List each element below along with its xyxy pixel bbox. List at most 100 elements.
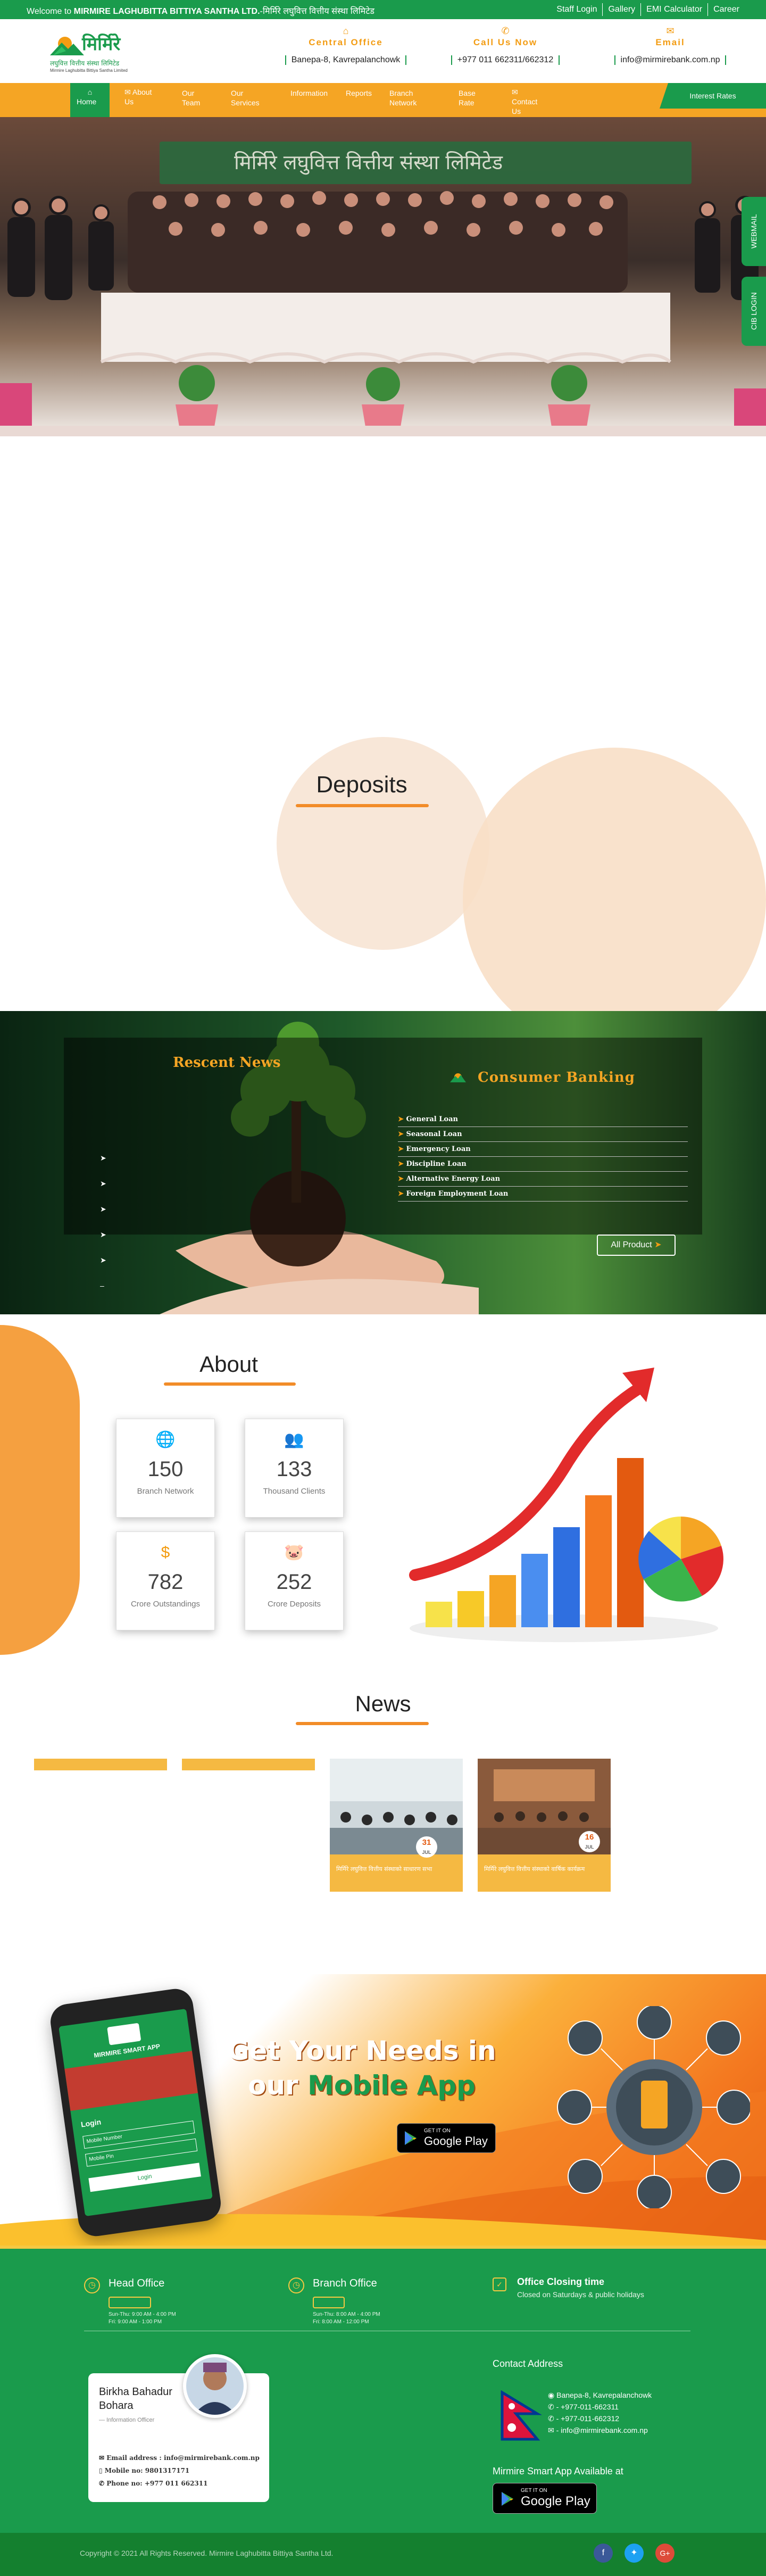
branch-office-hours-2: Fri: 8:00 AM - 12:00 PM <box>313 2319 369 2325</box>
google-play-button[interactable]: GET IT ON Google Play <box>397 2123 496 2153</box>
news-card[interactable]: 16 JUL मिर्मिरे लघुवित्त वित्तीय संस्थाको… <box>478 1759 611 1892</box>
copyright-bar: Copyright © 2021 All Rights Reserved. Mi… <box>0 2533 766 2576</box>
news-card[interactable]: 31 JUL मिर्मिरे लघुवित्त वित्तीय संस्थाको… <box>330 1759 463 1892</box>
nav-about-us[interactable]: ✉ About Us <box>124 87 156 106</box>
app-available-title: Mirmire Smart App Available at <box>493 2466 623 2476</box>
envelope-icon: ✉ <box>99 2454 105 2462</box>
loan-item[interactable]: ➤ Alternative Energy Loan <box>398 1172 688 1187</box>
nav-home[interactable]: ⌂ Home <box>70 83 110 117</box>
main-nav: ⌂ Home ✉ About Us Our Team Our Services I… <box>0 83 766 117</box>
emi-calculator-link[interactable]: EMI Calculator <box>640 3 707 16</box>
home-icon: ⌂ <box>343 26 349 36</box>
stat-card-deposits: 🐷 252 Crore Deposits <box>245 1531 344 1630</box>
stat-value: 782 <box>147 1570 184 1594</box>
stat-card-outstandings: $ 782 Crore Outstandings <box>116 1531 215 1630</box>
news-placeholder-card[interactable] <box>182 1759 315 1770</box>
news-underline <box>296 1722 429 1725</box>
contact-phone-1[interactable]: ✆ - +977-011-662311 <box>548 2401 652 2413</box>
email-title: Email <box>655 37 685 47</box>
officer-name: Birkha Bahadur Bohara <box>99 2386 172 2412</box>
contact-lines: ◉ Banepa-8, Kavrepalanchowk ✆ - +977-011… <box>548 2389 652 2436</box>
closing-text: Closed on Saturdays & public holidays <box>517 2290 644 2299</box>
cib-login-tab[interactable]: CIB LOGIN <box>742 277 766 346</box>
phone-login-title: Login <box>80 2117 102 2129</box>
about-underline <box>164 1382 296 1386</box>
officer-role: — Information Officer <box>99 2417 155 2423</box>
contact-address: ◉ Banepa-8, Kavrepalanchowk <box>548 2391 652 2399</box>
news-dot-4[interactable]: ➤ <box>100 1222 106 1247</box>
phone-screen: MIRMIRE SMART APP Login Mobile Number Mo… <box>59 2008 213 2217</box>
logo-subtitle: लघुवित्त वित्तीय संस्था लिमिटेड <box>50 60 120 67</box>
play-store-icon <box>501 2491 514 2507</box>
webmail-tab[interactable]: WEBMAIL <box>742 197 766 266</box>
users-icon: 👥 <box>284 1431 304 1448</box>
nav-contact-us[interactable]: ✉ Contact Us <box>512 87 544 116</box>
loan-item[interactable]: ➤ Seasonal Loan <box>398 1127 688 1142</box>
branch-office-hours-1: Sun-Thu: 8:00 AM - 4:00 PM <box>313 2312 380 2317</box>
deposit-circle-left <box>277 737 489 950</box>
email-value[interactable]: info@mirmirebank.com.np <box>614 55 727 65</box>
nav-reports[interactable]: Reports <box>346 88 372 98</box>
news-placeholder-card[interactable] <box>34 1759 167 1770</box>
news-dot-3[interactable]: ➤ <box>100 1196 106 1222</box>
staff-login-link[interactable]: Staff Login <box>551 3 602 16</box>
nav-our-team[interactable]: Our Team <box>182 88 209 107</box>
stat-card-clients: 👥 133 Thousand Clients <box>245 1419 344 1518</box>
google-plus-icon[interactable]: G+ <box>655 2544 675 2563</box>
arrow-circle-icon: ➤ <box>398 1130 404 1138</box>
loan-item[interactable]: ➤ General Loan <box>398 1112 688 1127</box>
app-headline-1: Get Your Needs in <box>227 2035 496 2066</box>
copyright-text: Copyright © 2021 All Rights Reserved. Mi… <box>80 2549 334 2557</box>
news-date-badge: 16 JUL <box>579 1831 600 1852</box>
officer-mobile: ▯ Mobile no: 9801317171 <box>99 2467 190 2474</box>
news-date-badge: 31 JUL <box>416 1836 437 1858</box>
phone-icon: ✆ <box>99 2480 105 2487</box>
logo-title: मिर्मिरे <box>82 34 121 55</box>
logo[interactable]: मिर्मिरे लघुवित्त वित्तीय संस्था लिमिटेड… <box>49 29 150 77</box>
news-dot-1[interactable]: ➤ <box>100 1145 106 1171</box>
loan-item[interactable]: ➤ Foreign Employment Loan <box>398 1187 688 1202</box>
call-info: ✆ Call Us Now +977 011 662311/662312 <box>436 26 574 65</box>
call-title: Call Us Now <box>473 37 538 47</box>
nav-our-services[interactable]: Our Services <box>231 88 263 107</box>
play-big-text: Google Play <box>424 2134 488 2148</box>
officer-email: ✉ Email address : info@mirmirebank.com.n… <box>99 2454 260 2462</box>
all-product-button[interactable]: All Product ➤ <box>597 1235 676 1256</box>
loan-item[interactable]: ➤ Discipline Loan <box>398 1157 688 1172</box>
about-title: About <box>199 1352 258 1377</box>
gallery-link[interactable]: Gallery <box>602 3 640 16</box>
nav-information[interactable]: Information <box>290 88 328 98</box>
head-office-title: Head Office <box>109 2277 165 2289</box>
central-office-info: ⌂ Central Office Banepa-8, Kavrepalancho… <box>277 26 415 65</box>
loan-item[interactable]: ➤ Emergency Loan <box>398 1142 688 1157</box>
nav-branch-network[interactable]: Branch Network <box>389 88 421 107</box>
news-dot-5[interactable]: ➤ <box>100 1247 106 1273</box>
twitter-icon[interactable]: ✦ <box>625 2544 644 2563</box>
news-dot-2[interactable]: ➤ <box>100 1171 106 1196</box>
stat-value: 252 <box>276 1570 312 1594</box>
stat-value: 150 <box>147 1457 184 1481</box>
about-left-decor <box>0 1325 80 1655</box>
envelope-icon: ✉ <box>666 26 675 36</box>
career-link[interactable]: Career <box>707 3 745 16</box>
money-hand-icon: $ <box>161 1544 170 1561</box>
call-value[interactable]: +977 011 662311/662312 <box>451 55 560 65</box>
mobile-icon: ▯ <box>99 2467 103 2474</box>
phone-icon: ✆ <box>548 2414 554 2423</box>
contact-title: Contact Address <box>493 2358 563 2369</box>
contact-phone-2[interactable]: ✆ - +977-011-662312 <box>548 2413 652 2424</box>
news-dot-6[interactable]: – <box>100 1273 106 1298</box>
group-photo <box>0 191 766 436</box>
footer-google-play-button[interactable]: GET IT ON Google Play <box>493 2483 597 2514</box>
hero-slider[interactable]: मिर्मिरे लघुवित्त वित्तीय संस्था लिमिटेड… <box>0 117 766 436</box>
news-caption: मिर्मिरे लघुवित्त वित्तीय संस्थाको वार्ष… <box>484 1866 585 1873</box>
interest-rates-button[interactable]: Interest Rates <box>660 83 766 109</box>
head-office-badge <box>109 2297 151 2308</box>
facebook-icon[interactable]: f <box>594 2544 613 2563</box>
contact-email[interactable]: ✉ - info@mirmirebank.com.np <box>548 2424 652 2436</box>
nav-base-rate[interactable]: Base Rate <box>459 88 485 107</box>
clock-icon: ◷ <box>84 2277 100 2293</box>
stat-label: Crore Outstandings <box>130 1600 201 1609</box>
branch-office-badge <box>313 2297 345 2308</box>
news-banking-section: Rescent News ➤ ➤ ➤ ➤ ➤ – Consumer Bankin… <box>0 1011 766 1314</box>
